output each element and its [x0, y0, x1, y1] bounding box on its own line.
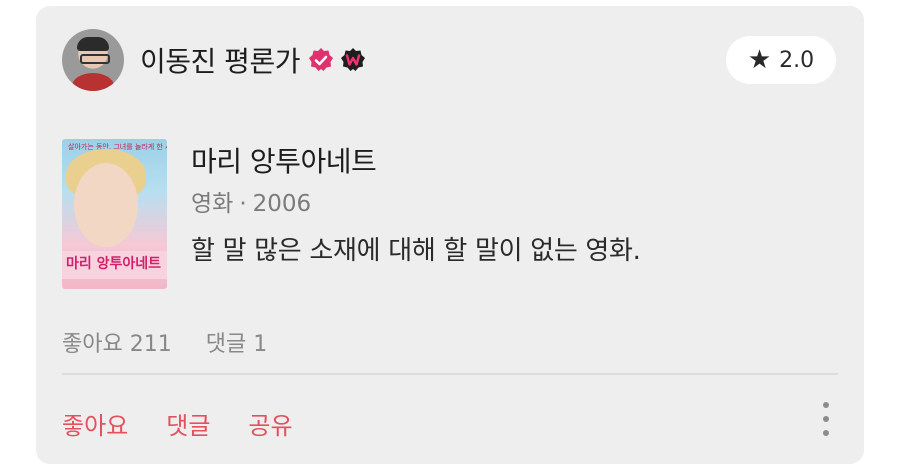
review-header: 이동진 평론가 — [62, 28, 366, 92]
movie-category: 영화 — [191, 191, 234, 217]
more-options-icon[interactable] — [822, 402, 830, 436]
author-avatar[interactable] — [62, 29, 124, 91]
movie-poster[interactable]: 살아가는 동안, 그녀를 놀라게 한 사랑과 운명 마리 앙투아네트 — [62, 139, 167, 289]
review-card: 이동진 평론가 ★ 2.0 살아가는 동안, 그녀를 놀라게 한 사랑과 운명 … — [36, 6, 864, 464]
like-button[interactable]: 좋아요 — [62, 406, 128, 441]
author-name[interactable]: 이동진 평론가 — [140, 40, 300, 80]
verified-icon — [308, 48, 333, 71]
action-bar: 좋아요 댓글 공유 — [62, 406, 293, 441]
rating-value: 2.0 — [779, 47, 815, 73]
movie-year: 2006 — [252, 191, 312, 217]
comment-count[interactable]: 댓글 1 — [206, 326, 267, 358]
review-text[interactable]: 할 말 많은 소재에 대해 할 말이 없는 영화. — [191, 230, 641, 267]
review-stats: 좋아요 211 댓글 1 — [62, 326, 267, 358]
divider — [62, 373, 838, 375]
meta-separator: · — [239, 191, 247, 217]
share-button[interactable]: 공유 — [248, 406, 292, 441]
movie-title[interactable]: 마리 앙투아네트 — [191, 140, 377, 180]
watcha-w-icon — [340, 48, 365, 71]
poster-title: 마리 앙투아네트 — [66, 256, 162, 272]
star-icon: ★ — [747, 45, 772, 75]
movie-meta: 영화 · 2006 — [191, 184, 311, 218]
like-count[interactable]: 좋아요 211 — [62, 326, 172, 358]
comment-button[interactable]: 댓글 — [166, 406, 210, 441]
rating-badge: ★ 2.0 — [726, 36, 836, 84]
